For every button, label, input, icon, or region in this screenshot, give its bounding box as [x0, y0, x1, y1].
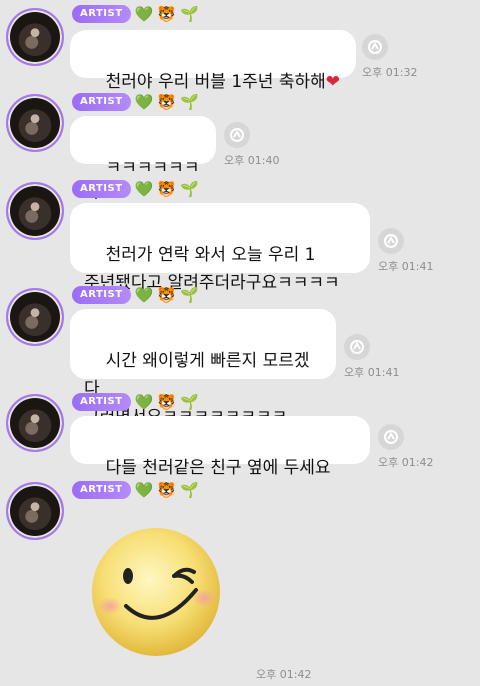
- tiger-icon: 🐯: [157, 93, 176, 111]
- message-time: 오후 01:32: [362, 66, 418, 79]
- seedling-icon: 🌱: [179, 93, 199, 111]
- message-text: 천러야 우리 버블 1주년 축하해: [105, 72, 326, 92]
- message-bubble[interactable]: 시간 왜이렇게 빠른지 모르겠다 그러면서요ㅋㅋㅋㅋㅋㅋㅋㅋ: [70, 309, 336, 427]
- message-header: ARTIST 💚 🐯 🌱: [72, 4, 199, 24]
- message-bubble[interactable]: 천러가 연락 와서 오늘 우리 1 주년됐다고 알려주더라구요ㅋㅋㅋㅋ: [70, 203, 370, 293]
- message-header: ARTIST 💚 🐯 🌱: [72, 92, 199, 112]
- tiger-icon: 🐯: [157, 393, 176, 411]
- seedling-icon: 🌱: [179, 286, 199, 304]
- message-time: 오후 01:42: [256, 668, 312, 681]
- artist-avatar[interactable]: [6, 482, 64, 540]
- green-heart-icon: 💚: [134, 93, 154, 111]
- message-header: ARTIST 💚 🐯 🌱: [72, 480, 199, 500]
- seedling-icon: 🌱: [179, 481, 199, 499]
- green-heart-icon: 💚: [134, 286, 154, 304]
- artist-avatar[interactable]: [6, 394, 64, 452]
- share-icon[interactable]: [378, 424, 404, 450]
- green-heart-icon: 💚: [134, 481, 154, 499]
- message-header: ARTIST 💚 🐯 🌱: [72, 392, 199, 412]
- green-heart-icon: 💚: [134, 5, 154, 23]
- message-bubble[interactable]: 다들 천러같은 친구 옆에 두세요~~~: [70, 416, 370, 506]
- artist-avatar[interactable]: [6, 8, 64, 66]
- share-icon[interactable]: [378, 228, 404, 254]
- tiger-icon: 🐯: [157, 5, 176, 23]
- message-header: ARTIST 💚 🐯 🌱: [72, 179, 199, 199]
- artist-badge: ARTIST: [72, 481, 131, 499]
- artist-avatar[interactable]: [6, 94, 64, 152]
- artist-avatar[interactable]: [6, 182, 64, 240]
- seedling-icon: 🌱: [179, 180, 199, 198]
- tiger-icon: 🐯: [157, 481, 176, 499]
- green-heart-icon: 💚: [134, 180, 154, 198]
- artist-badge: ARTIST: [72, 393, 131, 411]
- wink-face-sticker[interactable]: [88, 524, 224, 660]
- green-heart-icon: 💚: [134, 393, 154, 411]
- message-time: 오후 01:41: [344, 366, 400, 379]
- seedling-icon: 🌱: [179, 393, 199, 411]
- tiger-icon: 🐯: [157, 286, 176, 304]
- message-bubble[interactable]: ㅋㅋㅋㅋㅋㅋㅋ: [70, 116, 216, 206]
- artist-badge: ARTIST: [72, 286, 131, 304]
- red-heart-icon: ❤: [325, 72, 340, 92]
- artist-badge: ARTIST: [72, 5, 131, 23]
- share-icon[interactable]: [344, 334, 370, 360]
- tiger-icon: 🐯: [157, 180, 176, 198]
- message-header: ARTIST 💚 🐯 🌱: [72, 285, 199, 305]
- artist-avatar[interactable]: [6, 288, 64, 346]
- share-icon[interactable]: [224, 122, 250, 148]
- message-time: 오후 01:42: [378, 456, 434, 469]
- share-icon[interactable]: [362, 34, 388, 60]
- artist-badge: ARTIST: [72, 180, 131, 198]
- seedling-icon: 🌱: [179, 5, 199, 23]
- message-time: 오후 01:41: [378, 260, 434, 273]
- message-bubble[interactable]: 천러야 우리 버블 1주년 축하해❤: [70, 30, 356, 92]
- artist-badge: ARTIST: [72, 93, 131, 111]
- message-time: 오후 01:40: [224, 154, 280, 167]
